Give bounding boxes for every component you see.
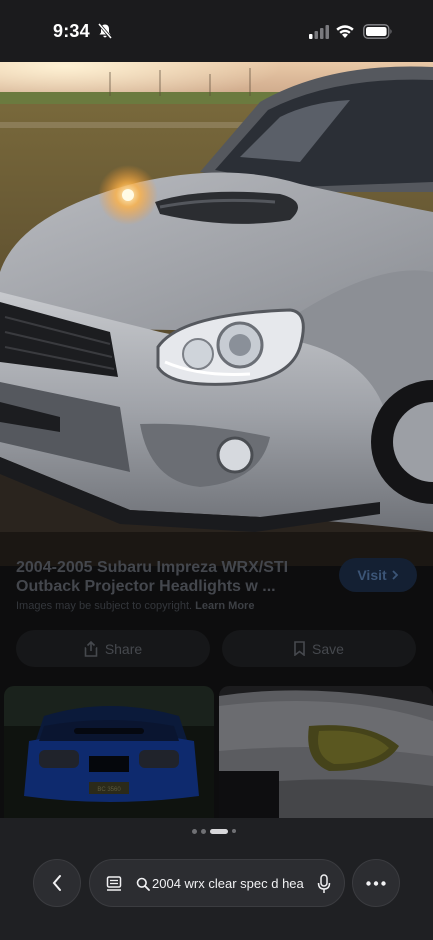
search-icon bbox=[136, 877, 150, 891]
share-button[interactable]: Share bbox=[16, 630, 210, 667]
more-button[interactable] bbox=[352, 859, 400, 907]
battery-icon bbox=[363, 24, 392, 39]
blue-wrx-thumbnail[interactable]: BC 3560 bbox=[4, 686, 214, 818]
car-photo bbox=[0, 62, 433, 566]
copyright-text: Images may be subject to copyright. bbox=[16, 600, 193, 612]
cellular-signal-icon bbox=[309, 25, 329, 39]
result-title[interactable]: 2004-2005 Subaru Impreza WRX/STI Outback… bbox=[16, 558, 326, 596]
bookmark-icon bbox=[294, 641, 305, 656]
share-label: Share bbox=[104, 640, 143, 657]
page-dot bbox=[232, 829, 236, 833]
chevron-right-icon bbox=[392, 570, 398, 580]
status-bar: 9:34 bbox=[0, 0, 433, 62]
chevron-left-icon bbox=[52, 875, 61, 891]
back-button[interactable] bbox=[33, 859, 81, 907]
blue-car-photo: BC 3560 bbox=[4, 686, 214, 818]
more-icon bbox=[366, 880, 386, 886]
silver-car-photo bbox=[219, 686, 433, 818]
address-bar[interactable]: 2004 wrx clear spec d headlights bbox=[89, 859, 345, 907]
silver-wrx-thumbnail[interactable] bbox=[219, 686, 433, 818]
visit-label: Visit bbox=[357, 567, 387, 583]
reader-icon[interactable] bbox=[105, 875, 123, 893]
status-time: 9:34 bbox=[53, 21, 90, 41]
visit-button[interactable]: Visit bbox=[339, 558, 417, 592]
license-plate-text: BC 3560 bbox=[97, 787, 121, 793]
save-button[interactable]: Save bbox=[222, 630, 416, 667]
page-indicator[interactable] bbox=[192, 828, 236, 834]
bell-slash-icon bbox=[98, 23, 112, 39]
share-icon bbox=[84, 640, 98, 657]
wifi-icon bbox=[336, 25, 354, 38]
copyright-notice: Images may be subject to copyright. Lear… bbox=[16, 600, 254, 612]
save-label: Save bbox=[312, 640, 344, 657]
page-dot bbox=[192, 828, 197, 834]
page-dot-active bbox=[210, 828, 228, 834]
hero-car-image[interactable] bbox=[0, 62, 433, 566]
learn-more-link[interactable]: Learn More bbox=[195, 600, 254, 612]
page-dot bbox=[201, 828, 206, 834]
microphone-icon[interactable] bbox=[317, 874, 331, 894]
address-text[interactable]: 2004 wrx clear spec d headlights bbox=[152, 875, 304, 893]
